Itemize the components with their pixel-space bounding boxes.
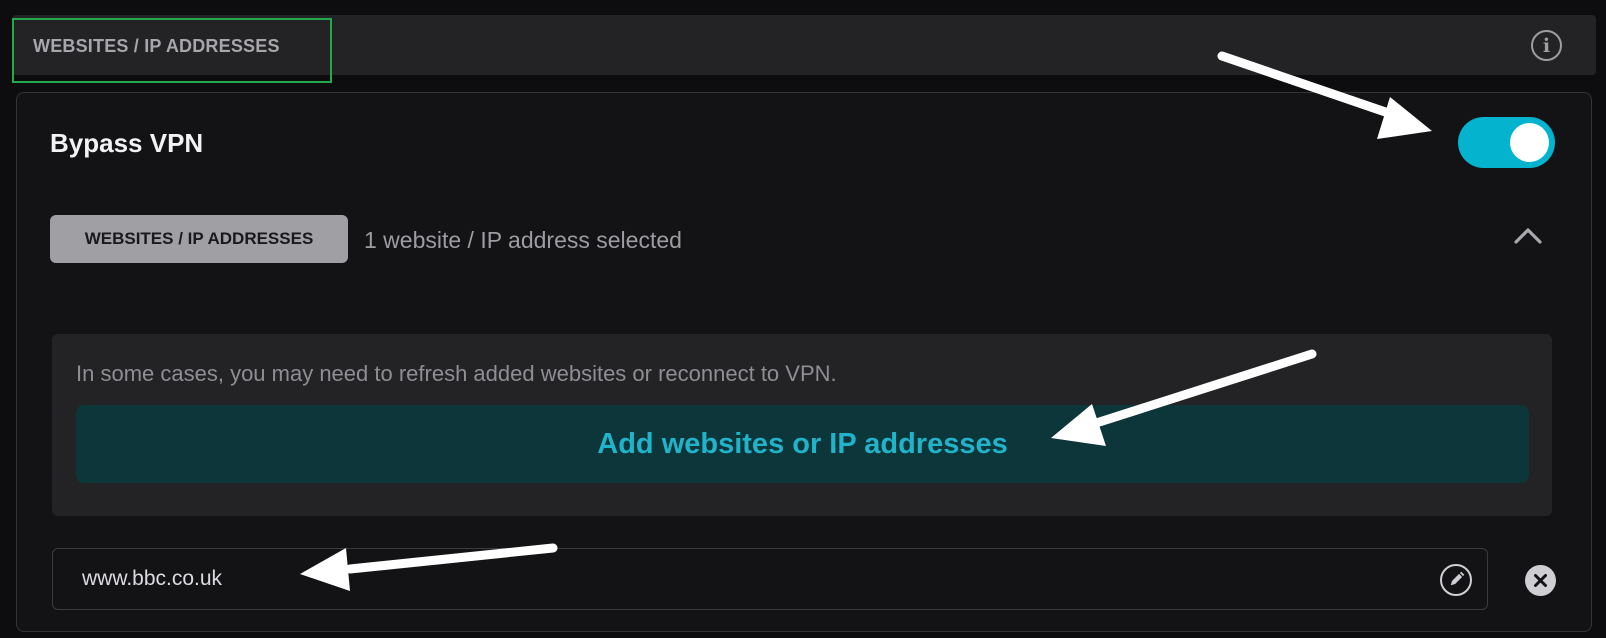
bypass-vpn-title: Bypass VPN [50, 128, 204, 158]
info-icon[interactable]: i [1531, 30, 1562, 61]
website-entry-value: www.bbc.co.uk [82, 567, 223, 590]
pencil-icon[interactable] [1440, 564, 1472, 596]
toggle-knob [1510, 123, 1549, 162]
close-icon[interactable] [1525, 565, 1556, 596]
website-entry-row [52, 548, 1488, 610]
bypass-vpn-toggle[interactable] [1458, 117, 1555, 168]
selection-summary: 1 website / IP address selected [364, 227, 682, 253]
section-header-title: WEBSITES / IP ADDRESSES [33, 36, 280, 56]
add-websites-button[interactable]: Add websites or IP addresses [76, 405, 1529, 483]
websites-ip-chip[interactable]: WEBSITES / IP ADDRESSES [50, 215, 348, 263]
chevron-up-icon[interactable] [1514, 226, 1542, 244]
notice-text: In some cases, you may need to refresh a… [76, 361, 837, 386]
